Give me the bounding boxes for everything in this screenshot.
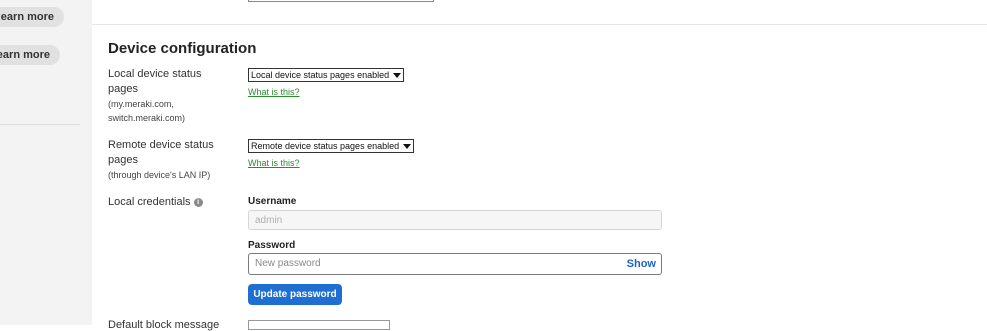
remote-status-label: Remote device status pages xyxy=(108,139,214,166)
local-credentials-label: Local credentials xyxy=(108,196,191,208)
remote-status-label-block: Remote device status pages (through devi… xyxy=(108,138,228,182)
chevron-down-icon xyxy=(403,144,412,150)
password-label: Password xyxy=(248,240,296,251)
learn-more-button[interactable]: earn more xyxy=(0,7,64,27)
remote-status-help-link[interactable]: What is this? xyxy=(248,158,300,168)
section-divider xyxy=(92,24,987,25)
left-divider xyxy=(0,124,80,125)
local-status-help-link[interactable]: What is this? xyxy=(248,87,300,97)
remote-status-select-value: Remote device status pages enabled xyxy=(251,141,400,151)
previous-field-box[interactable] xyxy=(248,0,434,2)
update-password-button[interactable]: Update password xyxy=(248,284,342,305)
remote-status-sublabel: (through device's LAN IP) xyxy=(108,170,211,180)
local-status-label-block: Local device status pages (my.meraki.com… xyxy=(108,67,228,125)
default-block-message-label: Default block message xyxy=(108,319,220,331)
local-status-sublabel: (my.meraki.com, switch.meraki.com) xyxy=(108,99,186,123)
username-label: Username xyxy=(248,196,297,207)
show-password-button[interactable]: Show xyxy=(627,254,656,274)
local-status-select-value: Local device status pages enabled xyxy=(251,70,390,80)
local-credentials-label-block: Local credentials i xyxy=(108,195,248,210)
username-field[interactable]: admin xyxy=(248,210,662,230)
local-status-label: Local device status pages xyxy=(108,68,202,95)
default-block-message-field[interactable] xyxy=(248,320,390,330)
remote-status-select[interactable]: Remote device status pages enabled xyxy=(248,139,415,153)
password-placeholder: New password xyxy=(255,258,321,269)
section-title: Device configuration xyxy=(108,40,257,57)
local-status-select[interactable]: Local device status pages enabled xyxy=(248,68,405,82)
left-panel: earn more earn more xyxy=(0,0,92,325)
password-field[interactable]: New password Show xyxy=(248,253,662,275)
chevron-down-icon xyxy=(393,73,402,79)
learn-more-button[interactable]: earn more xyxy=(0,45,60,65)
info-icon[interactable]: i xyxy=(193,197,203,207)
